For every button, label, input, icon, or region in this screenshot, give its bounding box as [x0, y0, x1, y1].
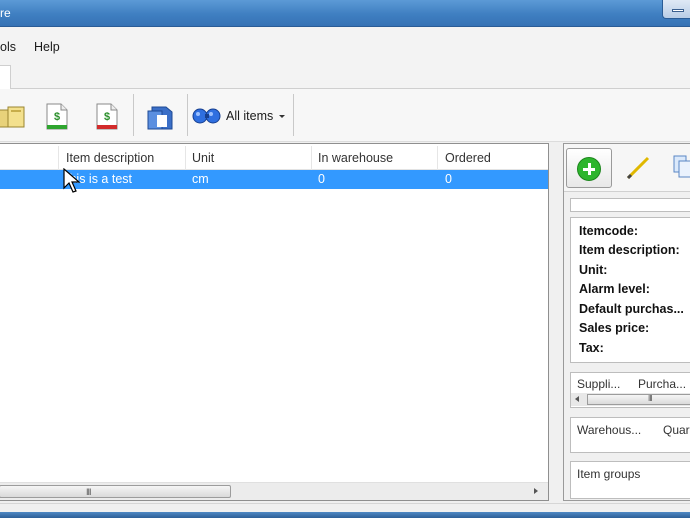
cell-ordered: 0 — [445, 172, 452, 186]
scrollbar-thumb[interactable]: III — [0, 485, 231, 498]
toolbar-separator — [293, 94, 294, 136]
field-unit: Unit: — [579, 263, 608, 277]
item-groups-header[interactable]: Item groups — [577, 467, 640, 481]
scroll-left-arrow-icon[interactable] — [575, 396, 579, 402]
toolbar-separator — [187, 94, 188, 136]
suppliers-scrollbar[interactable]: III — [571, 393, 690, 406]
scrollbar-thumb[interactable]: III — [587, 394, 690, 405]
details-panel: Itemcode: Item description: Unit: Alarm … — [563, 143, 690, 501]
minimize-button[interactable] — [662, 0, 690, 19]
horizontal-scrollbar[interactable]: III — [0, 482, 548, 500]
svg-text:$: $ — [54, 111, 60, 123]
add-item-button[interactable] — [566, 148, 612, 188]
column-header-warehouse[interactable]: Warehous... — [577, 423, 641, 437]
add-icon — [577, 157, 601, 181]
column-header-in-warehouse[interactable]: In warehouse — [318, 146, 393, 170]
scrollbar-grip: III — [648, 394, 653, 403]
column-header-suppliers[interactable]: Suppli... — [577, 377, 620, 391]
field-default-purchase: Default purchas... — [579, 302, 684, 316]
copy-icon[interactable] — [672, 154, 690, 182]
copy-items-icon[interactable] — [146, 103, 174, 131]
column-header-purchase[interactable]: Purcha... — [638, 377, 686, 391]
column-divider[interactable] — [58, 146, 59, 170]
binoculars-icon — [192, 108, 221, 124]
menu-bar: ols Help — [0, 27, 690, 65]
chevron-down-icon — [279, 114, 286, 118]
tab-strip — [0, 65, 690, 90]
sales-document-icon[interactable]: $ — [45, 103, 69, 131]
list-header: Item description Unit In warehouse Order… — [0, 146, 548, 170]
edit-pencil-icon[interactable] — [624, 154, 654, 182]
details-toolbar — [564, 144, 690, 192]
column-divider[interactable] — [311, 146, 312, 170]
field-tax: Tax: — [579, 341, 604, 355]
field-item-description: Item description: — [579, 243, 680, 257]
minimize-icon — [672, 9, 684, 12]
column-header-quantity[interactable]: Quar — [663, 423, 690, 437]
menu-help[interactable]: Help — [34, 40, 60, 54]
item-search-field[interactable] — [570, 198, 690, 212]
field-alarm-level: Alarm level: — [579, 282, 650, 296]
window-title: re — [0, 6, 11, 20]
suppliers-list[interactable]: Suppli... Purcha... III — [570, 372, 690, 408]
items-list[interactable]: Item description Unit In warehouse Order… — [0, 143, 549, 501]
warehouse-list[interactable]: Warehous... Quar — [570, 417, 690, 453]
column-header-ordered[interactable]: Ordered — [445, 146, 491, 170]
cell-unit: cm — [192, 172, 209, 186]
taskbar — [0, 512, 690, 518]
filter-dropdown[interactable]: All items — [192, 106, 286, 126]
menu-tools[interactable]: ols — [0, 40, 16, 54]
tab-active[interactable] — [0, 65, 11, 90]
cell-in-warehouse: 0 — [318, 172, 325, 186]
field-itemcode: Itemcode: — [579, 224, 639, 238]
column-header-unit[interactable]: Unit — [192, 146, 214, 170]
window-titlebar[interactable]: re — [0, 0, 690, 27]
column-divider[interactable] — [185, 146, 186, 170]
item-details-box: Itemcode: Item description: Unit: Alarm … — [570, 217, 690, 363]
column-header-description[interactable]: Item description — [66, 146, 154, 170]
mouse-cursor-icon — [63, 168, 81, 193]
filter-dropdown-label: All items — [226, 109, 274, 123]
svg-text:$: $ — [104, 111, 110, 123]
purchase-document-icon[interactable]: $ — [95, 103, 119, 131]
table-row[interactable]: this is a test cm 0 0 — [0, 170, 548, 189]
open-folder-icon[interactable] — [0, 105, 26, 129]
scroll-right-arrow-icon[interactable] — [534, 488, 538, 494]
item-groups-list[interactable]: Item groups — [570, 461, 690, 499]
scrollbar-grip: III — [86, 487, 91, 497]
column-divider[interactable] — [437, 146, 438, 170]
toolbar-separator — [133, 94, 134, 136]
main-toolbar: $ $ All items — [0, 89, 690, 142]
field-sales-price: Sales price: — [579, 321, 650, 335]
